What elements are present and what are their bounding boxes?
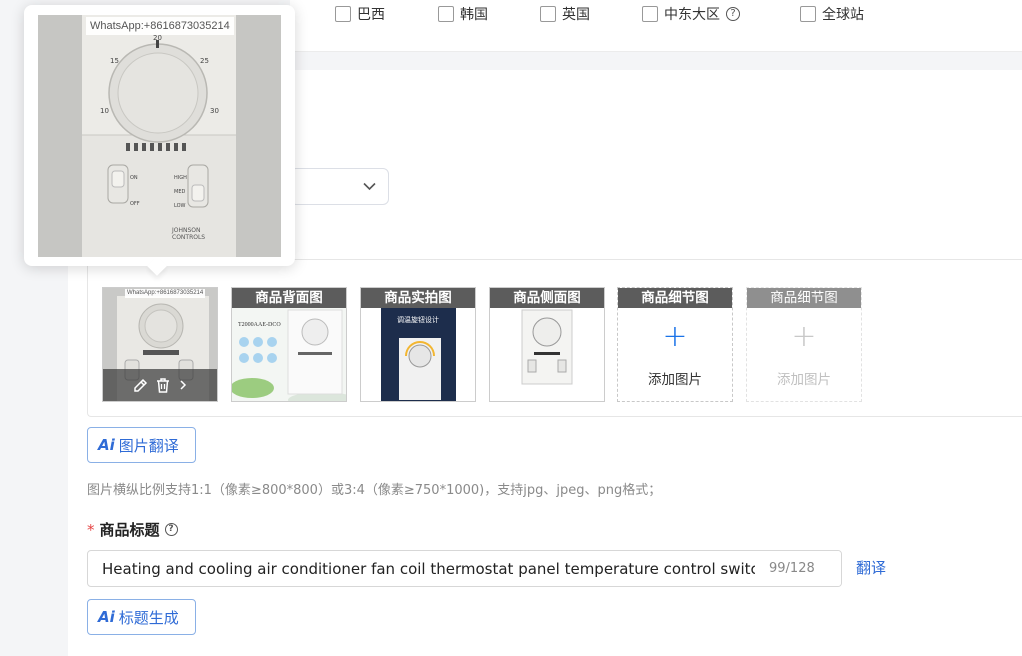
checkbox-uk[interactable]: 英国	[540, 4, 590, 24]
ai-translate-label: 图片翻译	[118, 436, 179, 455]
chevron-right-icon[interactable]	[177, 378, 189, 392]
image-action-bar	[103, 369, 217, 401]
plus-icon: +	[662, 319, 688, 354]
checkbox-label: 巴西	[357, 7, 385, 23]
preview-caption-text: 调温旋钮设计	[397, 316, 439, 324]
image-format-hint: 图片横纵比例支持1:1（像素≥800*800）或3:4（像素≥750*1000)…	[87, 483, 662, 498]
add-detail-image-button-disabled: 商品细节图 + 添加图片	[746, 287, 862, 402]
field-label-text: 商品标题	[99, 521, 160, 539]
image-slot-label: 商品实拍图	[361, 288, 475, 308]
checkbox-box[interactable]	[438, 6, 454, 22]
help-icon[interactable]: ?	[164, 523, 178, 536]
region-filter-bar: 巴西 韩国 英国 中东大区? 全球站	[290, 0, 1022, 52]
switch-label: HIGH	[174, 175, 187, 181]
image-preview-popover: WhatsApp:+8616873035214 10 15 20 25 30 O…	[24, 5, 295, 276]
real-photo-thumb[interactable]: 调温旋钮设计 商品实拍图	[360, 287, 476, 402]
ai-icon: Ai	[98, 608, 115, 626]
checkbox-label: 中东大区	[664, 7, 720, 23]
ai-icon: Ai	[98, 436, 115, 454]
brand-logo-text: JOHNSON CONTROLS	[172, 227, 206, 241]
ai-title-label: 标题生成	[118, 608, 179, 627]
dial-label: 20	[153, 34, 162, 42]
switch-label: LOW	[174, 203, 186, 209]
translate-link[interactable]: 翻译	[856, 557, 886, 578]
dial-label: 10	[100, 107, 109, 115]
delete-icon[interactable]	[155, 377, 171, 394]
product-title-input[interactable]: Heating and cooling air conditioner fan …	[87, 550, 842, 587]
checkbox-global[interactable]: 全球站	[800, 4, 864, 24]
thermostat-photo	[38, 15, 281, 257]
product-title-label: * 商品标题 ?	[87, 519, 178, 540]
checkbox-brazil[interactable]: 巴西	[335, 4, 385, 24]
switch-label: MED	[174, 189, 186, 195]
dial-label: 15	[110, 57, 119, 65]
add-image-text: 添加图片	[777, 372, 831, 388]
switch-label: ON	[130, 175, 138, 181]
add-image-text: 添加图片	[648, 372, 702, 388]
image-slot-label: 商品背面图	[232, 288, 346, 308]
checkbox-box[interactable]	[540, 6, 556, 22]
checkbox-box[interactable]	[335, 6, 351, 22]
switch-label: OFF	[130, 201, 140, 207]
watermark-text: WhatsApp:+8616873035214	[125, 289, 206, 298]
help-icon[interactable]: ?	[726, 7, 740, 21]
character-counter: 99/128	[755, 551, 841, 586]
ai-title-generate-button[interactable]: Ai 标题生成	[87, 599, 196, 635]
checkbox-label: 韩国	[460, 7, 488, 23]
checkbox-box[interactable]	[800, 6, 816, 22]
preview-image: WhatsApp:+8616873035214 10 15 20 25 30 O…	[38, 15, 281, 257]
ai-image-translate-button[interactable]: Ai 图片翻译	[87, 427, 196, 463]
image-slot-label: 商品细节图	[618, 288, 732, 308]
watermark-text: WhatsApp:+8616873035214	[86, 17, 234, 35]
checkbox-box[interactable]	[642, 6, 658, 22]
required-mark: *	[87, 520, 95, 539]
image-slot-label: 商品侧面图	[490, 288, 604, 308]
dial-label: 25	[200, 57, 209, 65]
dial-label: 30	[210, 107, 219, 115]
edit-icon[interactable]	[132, 377, 149, 394]
checkbox-label: 全球站	[822, 7, 864, 23]
add-detail-image-button[interactable]: 商品细节图 + 添加图片	[617, 287, 733, 402]
product-title-value: Heating and cooling air conditioner fan …	[102, 559, 758, 578]
side-image-thumb[interactable]: 商品侧面图	[489, 287, 605, 402]
image-slot-label: 商品细节图	[747, 288, 861, 308]
main-image-thumb[interactable]: WhatsApp:+8616873035214	[102, 287, 218, 402]
checkbox-label: 英国	[562, 7, 590, 23]
preview-model-text: T2000AAE-DCO	[238, 322, 281, 328]
back-image-thumb[interactable]: T2000AAE-DCO 商品背面图	[231, 287, 347, 402]
category-select[interactable]	[290, 168, 389, 205]
checkbox-korea[interactable]: 韩国	[438, 4, 488, 24]
chevron-down-icon	[363, 182, 376, 191]
plus-icon: +	[791, 319, 817, 354]
checkbox-middle-east[interactable]: 中东大区?	[642, 4, 740, 24]
